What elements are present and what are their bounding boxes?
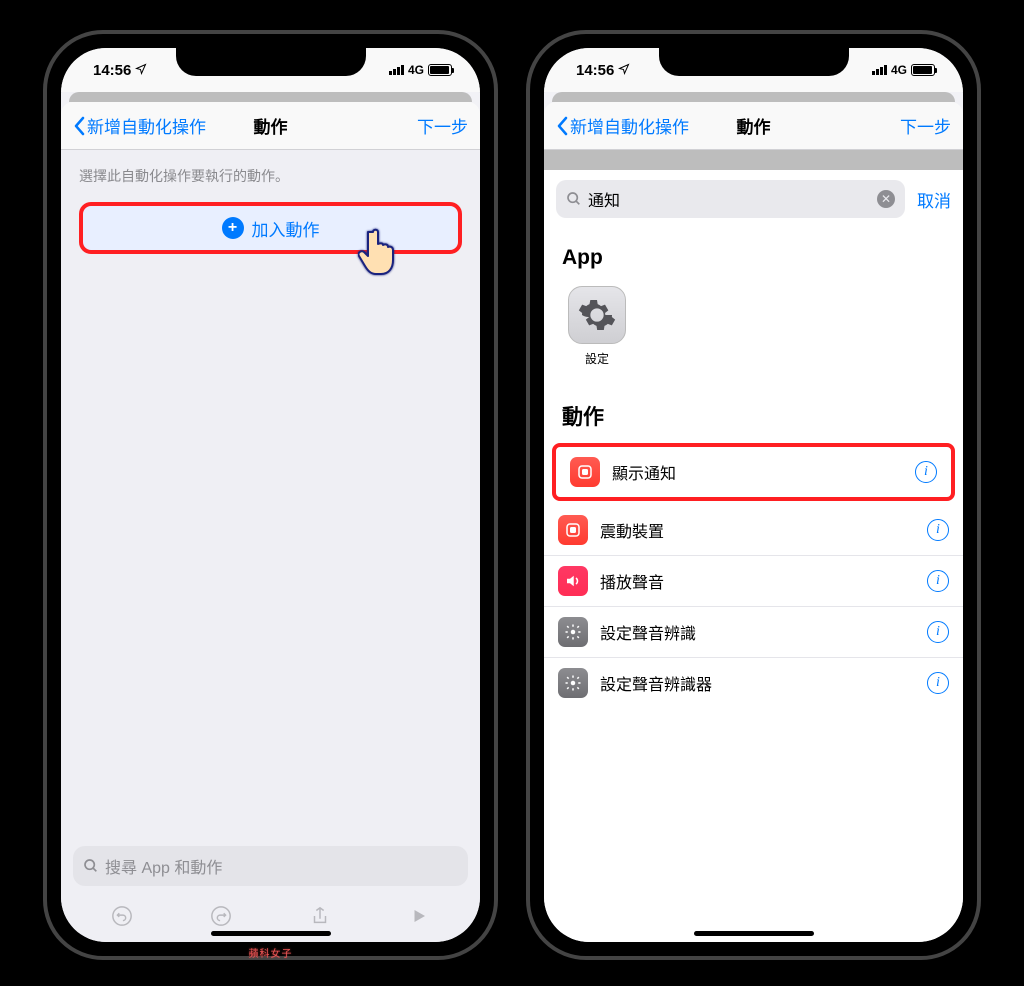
- status-time: 14:56: [576, 62, 614, 79]
- home-indicator: [211, 931, 331, 936]
- back-label: 新增自動化操作: [87, 113, 206, 138]
- section-app-title: App: [544, 228, 963, 278]
- signal-icon: [872, 65, 887, 75]
- info-button[interactable]: i: [915, 461, 937, 483]
- back-label: 新增自動化操作: [570, 113, 689, 138]
- nav-bar: 新增自動化操作 動作 下一步: [544, 102, 963, 150]
- nav-title: 動作: [254, 113, 288, 138]
- action-row-play-sound[interactable]: 播放聲音 i: [544, 556, 963, 607]
- shortcut-icon: [570, 457, 600, 487]
- battery-icon: [911, 64, 935, 76]
- clear-search-button[interactable]: ✕: [877, 190, 895, 208]
- info-button[interactable]: i: [927, 621, 949, 643]
- location-icon: [135, 62, 147, 79]
- action-title: 設定聲音辨識: [600, 620, 915, 644]
- action-row-show-notification[interactable]: 顯示通知 i: [552, 443, 955, 501]
- results-area[interactable]: App 設定 動作 顯示通知 i 震動裝置: [544, 228, 963, 942]
- app-grid: 設定: [544, 278, 963, 383]
- tap-gesture-icon: [358, 226, 398, 276]
- search-icon: [83, 858, 99, 874]
- search-area: 通知 ✕ 取消: [544, 170, 963, 228]
- action-row-set-sound-recognizer[interactable]: 設定聲音辨識器 i: [544, 658, 963, 708]
- search-bar[interactable]: 搜尋 App 和動作: [73, 846, 468, 886]
- action-row-set-sound-recognition[interactable]: 設定聲音辨識 i: [544, 607, 963, 658]
- watermark: 蘋科女子: [249, 945, 293, 960]
- network-label: 4G: [891, 63, 907, 77]
- gray-strip: [544, 150, 963, 170]
- status-time: 14:56: [93, 62, 131, 79]
- plus-circle-icon: +: [222, 217, 244, 239]
- back-button[interactable]: 新增自動化操作: [73, 113, 206, 138]
- settings-app-icon: [568, 286, 626, 344]
- play-button[interactable]: [407, 904, 431, 928]
- home-indicator: [694, 931, 814, 936]
- phone-left: 14:56 4G 新增自動化操作 動作 下一步 選擇此自動化操作要執行的動作。: [43, 30, 498, 960]
- search-icon: [566, 191, 582, 207]
- sheet-backdrop: [552, 92, 955, 102]
- section-actions-title: 動作: [544, 383, 963, 439]
- action-title: 震動裝置: [600, 518, 915, 542]
- action-title: 播放聲音: [600, 569, 915, 593]
- add-action-button[interactable]: + 加入動作: [79, 202, 462, 254]
- cancel-button[interactable]: 取消: [917, 187, 951, 212]
- notch: [176, 48, 366, 76]
- notch: [659, 48, 849, 76]
- next-button[interactable]: 下一步: [417, 113, 468, 138]
- action-list: 顯示通知 i 震動裝置 i 播放聲音 i 設定聲音辨識 i: [544, 439, 963, 708]
- settings-icon: [558, 617, 588, 647]
- nav-bar: 新增自動化操作 動作 下一步: [61, 102, 480, 150]
- search-input[interactable]: 通知 ✕: [556, 180, 905, 218]
- sound-icon: [558, 566, 588, 596]
- search-value: 通知: [588, 187, 871, 211]
- signal-icon: [389, 65, 404, 75]
- search-placeholder: 搜尋 App 和動作: [105, 854, 222, 878]
- app-label: 設定: [585, 350, 609, 367]
- undo-button[interactable]: [110, 904, 134, 928]
- action-row-vibrate[interactable]: 震動裝置 i: [544, 505, 963, 556]
- action-title: 設定聲音辨識器: [600, 671, 915, 695]
- sheet-backdrop: [69, 92, 472, 102]
- location-icon: [618, 62, 630, 79]
- info-button[interactable]: i: [927, 519, 949, 541]
- action-title: 顯示通知: [612, 460, 903, 484]
- network-label: 4G: [408, 63, 424, 77]
- add-action-label: 加入動作: [252, 216, 320, 241]
- nav-title: 動作: [737, 113, 771, 138]
- info-button[interactable]: i: [927, 570, 949, 592]
- content-area: 選擇此自動化操作要執行的動作。 + 加入動作 搜尋 App 和動作: [61, 150, 480, 942]
- app-item-settings[interactable]: 設定: [562, 286, 632, 367]
- settings-icon: [558, 668, 588, 698]
- redo-button[interactable]: [209, 904, 233, 928]
- info-button[interactable]: i: [927, 672, 949, 694]
- next-button[interactable]: 下一步: [900, 113, 951, 138]
- back-button[interactable]: 新增自動化操作: [556, 113, 689, 138]
- shortcut-icon: [558, 515, 588, 545]
- chevron-left-icon: [73, 116, 85, 136]
- phone-right: 14:56 4G 新增自動化操作 動作 下一步: [526, 30, 981, 960]
- share-button[interactable]: [308, 904, 332, 928]
- chevron-left-icon: [556, 116, 568, 136]
- section-caption: 選擇此自動化操作要執行的動作。: [61, 150, 480, 198]
- battery-icon: [428, 64, 452, 76]
